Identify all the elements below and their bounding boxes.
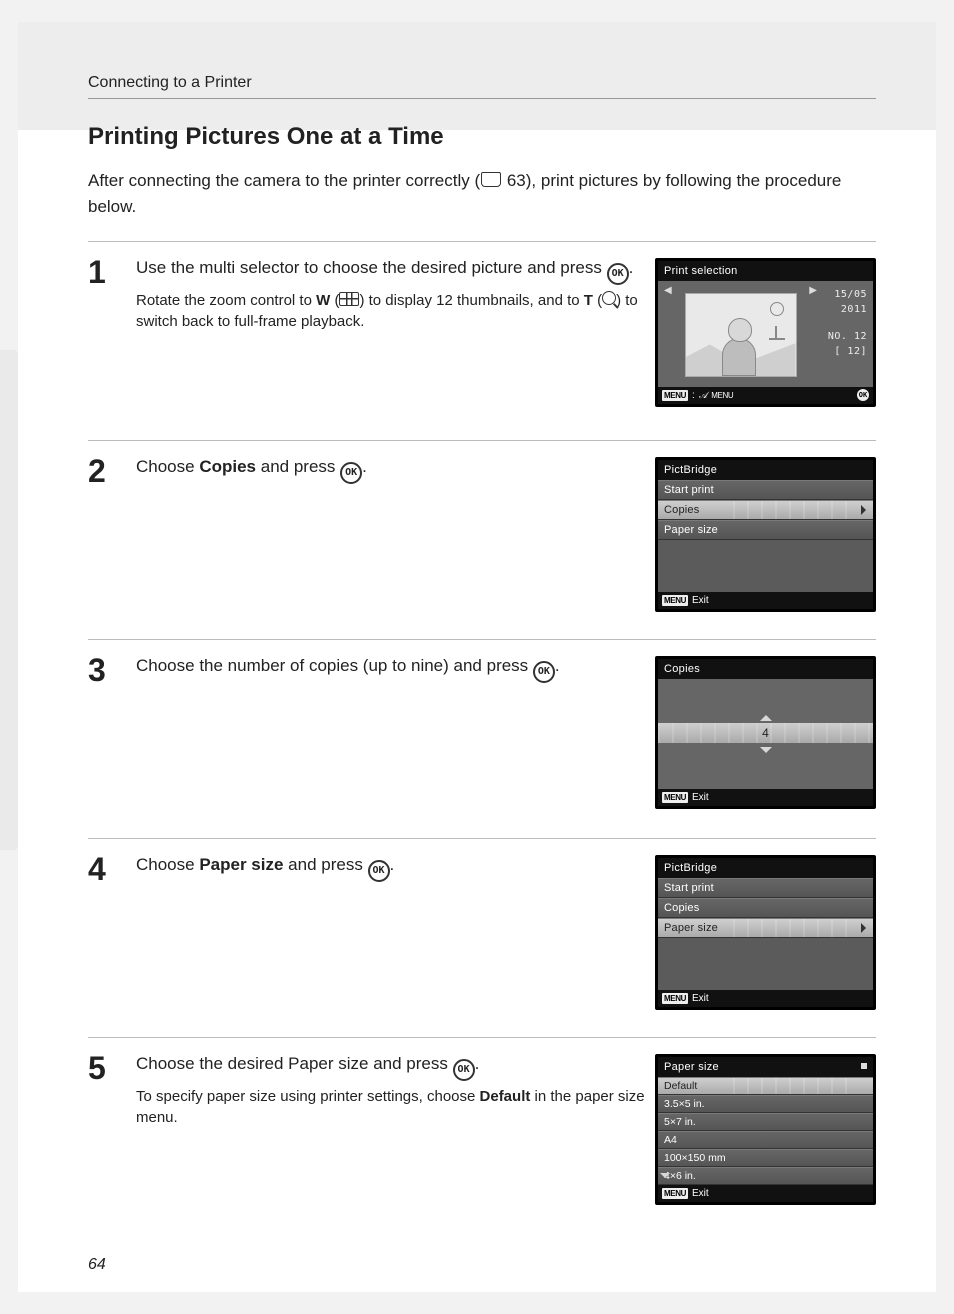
step-number: 2	[88, 455, 116, 611]
copies-value: 4	[658, 723, 873, 743]
photo-number: NO. 12	[819, 329, 867, 344]
menu-chip-icon: MENU	[662, 390, 688, 401]
section-side-tab-label: Connecting to Televisions, Computers and…	[0, 350, 2, 656]
step-5: 5 Choose the desired Paper size and pres…	[88, 1037, 876, 1250]
exit-label: Exit	[692, 792, 709, 803]
step-4: 4 Choose Paper size and press OK. PictBr…	[88, 838, 876, 1037]
screen-title: Print selection	[658, 261, 873, 281]
paper-size-option[interactable]: 4×6 in.	[658, 1167, 873, 1185]
portrait-icon	[722, 318, 756, 376]
paper-size-option[interactable]: 3.5×5 in.	[658, 1095, 873, 1113]
step-2: 2 Choose Copies and press OK. PictBridge…	[88, 440, 876, 639]
step-instruction: Choose Paper size and press OK.	[136, 853, 646, 879]
step-instruction: Choose the desired Paper size and press …	[136, 1052, 646, 1078]
intro-text-a: After connecting the camera to the print…	[88, 171, 480, 190]
page-title: Printing Pictures One at a Time	[88, 123, 876, 151]
screen-title: Copies	[658, 659, 873, 679]
screen-print-selection: Print selection ◀ ▶ 15/05	[655, 258, 876, 407]
paper-size-option[interactable]: A4	[658, 1131, 873, 1149]
sun-icon	[770, 302, 784, 316]
photo-metadata: 15/05 2011 NO. 12 [ 12]	[819, 285, 869, 385]
exit-label: Exit	[692, 993, 709, 1004]
menu-item-copies[interactable]: Copies	[658, 898, 873, 918]
steps-list: 1 Use the multi selector to choose the d…	[88, 241, 876, 1250]
screen-title: PictBridge	[658, 460, 873, 480]
paper-size-option-default[interactable]: Default	[658, 1077, 873, 1095]
step-detail: To specify paper size using printer sett…	[136, 1086, 646, 1128]
step-number: 5	[88, 1052, 116, 1222]
ok-button-icon: OK	[607, 263, 629, 285]
photo-date-dm: 15/05	[819, 287, 867, 302]
ok-button-icon: OK	[340, 462, 362, 484]
menu-item-copies[interactable]: Copies	[658, 500, 873, 520]
step-instruction: Choose Copies and press OK.	[136, 455, 646, 481]
step-number: 3	[88, 654, 116, 810]
photo-count: [ 12]	[819, 344, 867, 359]
ok-chip-icon: OK	[857, 389, 869, 401]
intro-paragraph: After connecting the camera to the print…	[88, 168, 876, 219]
step-3: 3 Choose the number of copies (up to nin…	[88, 639, 876, 838]
menu-chip-icon: MENU	[662, 792, 688, 803]
step-number: 1	[88, 256, 116, 412]
paper-size-option[interactable]: 5×7 in.	[658, 1113, 873, 1131]
page-header-breadcrumb: Connecting to a Printer	[88, 50, 876, 99]
nav-right-arrow[interactable]: ▶	[807, 285, 819, 385]
screen-copies-spinner: Copies 4 MENU Exit	[655, 656, 876, 809]
boat-icon	[772, 326, 782, 340]
ok-button-icon: OK	[533, 661, 555, 683]
thumbnail-grid-icon	[339, 292, 359, 306]
nav-left-arrow[interactable]: ◀	[662, 285, 674, 385]
menu-chip-icon: MENU	[662, 1188, 688, 1199]
page-number: 64	[88, 1256, 106, 1274]
exit-label: Exit	[692, 1188, 709, 1199]
step-1: 1 Use the multi selector to choose the d…	[88, 241, 876, 440]
menu-item-paper-size[interactable]: Paper size	[658, 918, 873, 938]
ok-button-icon: OK	[453, 1059, 475, 1081]
ok-button-icon: OK	[368, 860, 390, 882]
screen-pictbridge-papersize: PictBridge Start print Copies Paper size…	[655, 855, 876, 1010]
magnify-icon	[602, 291, 616, 305]
manual-page: Connecting to a Printer Connecting to Te…	[18, 22, 936, 1292]
screen-pictbridge-copies: PictBridge Start print Copies Paper size…	[655, 457, 876, 612]
scrollbar-thumb-icon	[861, 1063, 867, 1069]
photo-thumbnail[interactable]	[685, 293, 797, 377]
step-instruction: Choose the number of copies (up to nine)…	[136, 654, 646, 680]
screen-title: Paper size	[658, 1057, 873, 1077]
increment-arrow[interactable]	[760, 709, 772, 721]
menu-item-start-print[interactable]: Start print	[658, 480, 873, 500]
photo-date-y: 2011	[819, 302, 867, 317]
paper-size-option[interactable]: 100×150 mm	[658, 1149, 873, 1167]
step-number: 4	[88, 853, 116, 1009]
decrement-arrow[interactable]	[760, 747, 772, 759]
screen-title: PictBridge	[658, 858, 873, 878]
scroll-down-arrow[interactable]	[660, 1173, 670, 1183]
menu-chip-icon: MENU	[662, 595, 688, 606]
menu-chip-icon: MENU	[662, 993, 688, 1004]
menu-item-start-print[interactable]: Start print	[658, 878, 873, 898]
step-instruction: Use the multi selector to choose the des…	[136, 256, 646, 282]
screen-paper-size-list: Paper size Default 3.5×5 in. 5×7 in. A4 …	[655, 1054, 876, 1205]
step-detail: Rotate the zoom control to W () to displ…	[136, 290, 646, 332]
menu-item-paper-size[interactable]: Paper size	[658, 520, 873, 540]
manual-ref-icon	[481, 172, 501, 187]
section-side-tab: Connecting to Televisions, Computers and…	[0, 350, 18, 850]
exit-label: Exit	[692, 595, 709, 606]
